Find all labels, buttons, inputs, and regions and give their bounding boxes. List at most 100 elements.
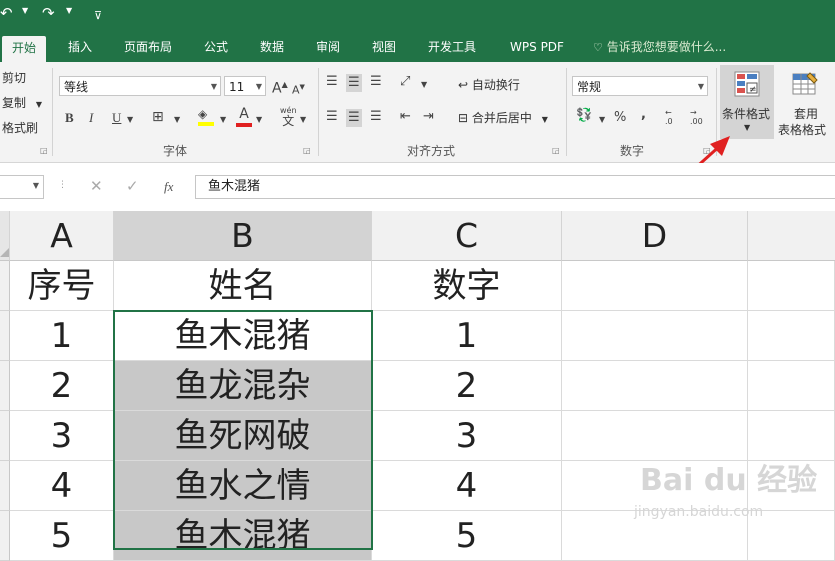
increase-indent-icon[interactable]: ⇥: [423, 109, 434, 125]
comma-button[interactable]: ,: [641, 107, 646, 123]
column-header-c[interactable]: C: [372, 211, 562, 261]
row-header[interactable]: [0, 461, 10, 511]
cell-c6[interactable]: 5: [372, 511, 562, 561]
format-as-table-button[interactable]: 套用 表格格式: [776, 65, 834, 139]
cell-c3[interactable]: 2: [372, 361, 562, 411]
cell-c1[interactable]: 数字: [372, 261, 562, 311]
align-right-icon[interactable]: ☰: [370, 109, 382, 125]
conditional-formatting-button[interactable]: ≠ 条件格式 ▼: [720, 65, 774, 139]
cell-e1[interactable]: [748, 261, 835, 311]
cell-b1[interactable]: 姓名: [114, 261, 372, 311]
accounting-dropdown-icon[interactable]: ▼: [599, 112, 605, 128]
borders-dropdown-icon[interactable]: ▼: [174, 112, 180, 128]
cell-d3[interactable]: [562, 361, 748, 411]
tab-developer[interactable]: 开发工具: [418, 34, 486, 62]
italic-button[interactable]: I: [89, 110, 93, 126]
undo-dropdown-icon[interactable]: ▼: [22, 6, 28, 15]
format-painter-button[interactable]: 格式刷: [2, 119, 38, 136]
cell-d1[interactable]: [562, 261, 748, 311]
align-center-icon[interactable]: ☰: [346, 109, 362, 127]
align-middle-icon[interactable]: ☰: [346, 74, 362, 92]
tab-home[interactable]: 开始: [2, 36, 46, 62]
tab-data[interactable]: 数据: [250, 34, 294, 62]
cell-d4[interactable]: [562, 411, 748, 461]
column-header-d[interactable]: D: [562, 211, 748, 261]
cell-a2[interactable]: 1: [10, 311, 114, 361]
phonetic-button[interactable]: wén 文: [280, 106, 297, 127]
orientation-dropdown-icon[interactable]: ▼: [421, 77, 427, 93]
tab-review[interactable]: 审阅: [306, 34, 350, 62]
column-header-b[interactable]: B: [114, 211, 372, 261]
cell-c4[interactable]: 3: [372, 411, 562, 461]
row-header[interactable]: [0, 511, 10, 561]
align-left-icon[interactable]: ☰: [326, 109, 338, 125]
alignment-launcher-icon[interactable]: ◲: [552, 146, 560, 155]
phonetic-dropdown-icon[interactable]: ▼: [300, 112, 306, 128]
cell-e3[interactable]: [748, 361, 835, 411]
cell-a3[interactable]: 2: [10, 361, 114, 411]
enter-icon[interactable]: ✓: [126, 177, 139, 195]
number-format-combo[interactable]: 常规 ▼: [572, 76, 708, 96]
cell-a6[interactable]: 5: [10, 511, 114, 561]
cell-c5[interactable]: 4: [372, 461, 562, 511]
percent-button[interactable]: %: [614, 110, 626, 126]
cell-b4[interactable]: 鱼死网破: [114, 411, 372, 461]
tab-formulas[interactable]: 公式: [194, 34, 238, 62]
fill-color-button[interactable]: ◈: [198, 106, 216, 126]
wrap-text-button[interactable]: ↩ 自动换行: [458, 76, 520, 93]
tell-me-search[interactable]: ♡ 告诉我您想要做什么...: [593, 34, 726, 62]
cell-c2[interactable]: 1: [372, 311, 562, 361]
row-header[interactable]: [0, 411, 10, 461]
cell-b3[interactable]: 鱼龙混杂: [114, 361, 372, 411]
tab-insert[interactable]: 插入: [58, 34, 102, 62]
formula-input[interactable]: 鱼木混猪: [195, 175, 835, 199]
cut-button[interactable]: ✂剪切: [2, 69, 26, 86]
font-color-dropdown-icon[interactable]: ▼: [256, 112, 262, 128]
insert-function-icon[interactable]: fx: [164, 179, 173, 195]
increase-decimal-button[interactable]: ← .0: [665, 108, 673, 126]
orientation-icon[interactable]: ⤢: [400, 74, 410, 90]
cell-e2[interactable]: [748, 311, 835, 361]
merge-center-button[interactable]: ⊟ 合并后居中 ▼: [458, 109, 548, 126]
row-header[interactable]: [0, 311, 10, 361]
font-name-combo[interactable]: 等线 ▼: [59, 76, 221, 96]
tab-view[interactable]: 视图: [362, 34, 406, 62]
redo-icon[interactable]: ↷: [42, 4, 55, 22]
undo-icon[interactable]: ↶: [0, 4, 13, 22]
decrease-indent-icon[interactable]: ⇤: [400, 109, 411, 125]
tab-wps-pdf[interactable]: WPS PDF: [500, 34, 574, 62]
cell-d2[interactable]: [562, 311, 748, 361]
tab-page-layout[interactable]: 页面布局: [114, 34, 182, 62]
accounting-format-icon[interactable]: 💱: [576, 108, 592, 124]
customize-qat-icon[interactable]: ⊽: [94, 7, 102, 25]
font-launcher-icon[interactable]: ◲: [303, 146, 311, 155]
cancel-icon[interactable]: ✕: [90, 177, 103, 195]
align-bottom-icon[interactable]: ☰: [370, 74, 382, 90]
align-top-icon[interactable]: ☰: [326, 74, 338, 90]
underline-dropdown-icon[interactable]: ▼: [127, 112, 133, 128]
fill-color-dropdown-icon[interactable]: ▼: [220, 112, 226, 128]
font-color-button[interactable]: A: [236, 106, 252, 127]
name-box[interactable]: ▼: [0, 175, 44, 199]
cell-b6[interactable]: 鱼木混猪: [114, 511, 372, 561]
copy-button[interactable]: 复制 ▼: [2, 94, 42, 111]
grow-font-button[interactable]: A▲: [272, 77, 288, 97]
bold-button[interactable]: B: [65, 110, 74, 126]
shrink-font-button[interactable]: A▼: [292, 79, 305, 99]
cell-a5[interactable]: 4: [10, 461, 114, 511]
decrease-decimal-button[interactable]: → .00: [690, 108, 703, 126]
font-size-combo[interactable]: 11 ▼: [224, 76, 266, 96]
cell-e4[interactable]: [748, 411, 835, 461]
row-header[interactable]: [0, 361, 10, 411]
clipboard-launcher-icon[interactable]: ◲: [40, 146, 48, 155]
underline-button[interactable]: U: [112, 110, 121, 126]
row-header[interactable]: [0, 261, 10, 311]
cell-a4[interactable]: 3: [10, 411, 114, 461]
cell-b5[interactable]: 鱼水之情: [114, 461, 372, 511]
select-all-corner[interactable]: [0, 211, 10, 261]
column-header-a[interactable]: A: [10, 211, 114, 261]
redo-dropdown-icon[interactable]: ▼: [66, 6, 72, 15]
borders-icon[interactable]: ⊞: [152, 109, 164, 125]
column-header-e[interactable]: [748, 211, 835, 261]
cell-b2[interactable]: 鱼木混猪: [114, 311, 372, 361]
